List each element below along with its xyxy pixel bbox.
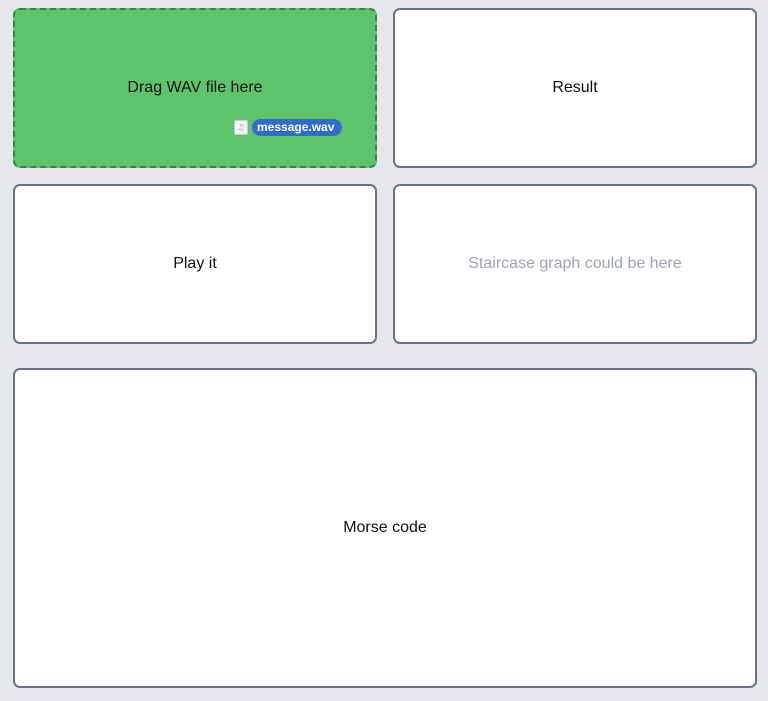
drop-zone-label: Drag WAV file here [127,79,263,96]
play-button[interactable]: Play it [13,184,377,344]
dragged-file-name: message.wav [252,119,343,136]
morse-code-label: Morse code [343,519,427,536]
graph-placeholder: Staircase graph could be here [468,255,682,272]
play-label: Play it [173,255,217,272]
wav-drop-zone[interactable]: Drag WAV file here [13,8,377,168]
result-label: Result [552,79,598,96]
morse-code-panel: Morse code [13,368,757,688]
staircase-graph-panel: Staircase graph could be here [393,184,757,344]
dragged-file-ghost: ♫ message.wav [234,119,343,136]
result-panel: Result [393,8,757,168]
audio-file-icon: ♫ [234,120,248,135]
